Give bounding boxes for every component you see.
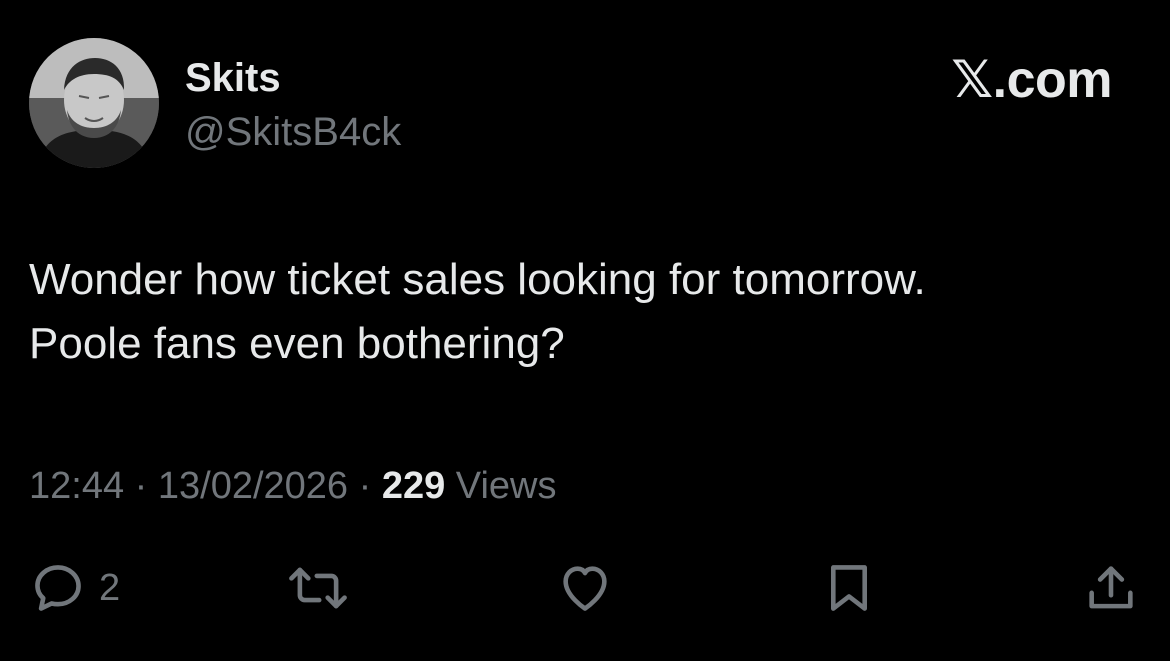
display-name[interactable]: Skits	[185, 54, 281, 102]
user-handle[interactable]: @SkitsB4ck	[185, 108, 401, 156]
tweet-text: Wonder how ticket sales looking for tomo…	[29, 255, 926, 368]
views-count[interactable]: 229	[382, 465, 445, 507]
share-button[interactable]	[1082, 556, 1140, 620]
meta-separator: ·	[348, 465, 382, 507]
tweet-time[interactable]: 12:44	[29, 465, 124, 507]
bookmark-button[interactable]	[820, 556, 878, 620]
repost-button[interactable]	[286, 556, 350, 620]
reply-button[interactable]: 2	[29, 556, 120, 620]
views-label[interactable]: Views	[445, 465, 557, 507]
meta-separator: ·	[124, 465, 158, 507]
reply-count: 2	[99, 566, 121, 609]
tweet-card: Skits @SkitsB4ck 𝕏.com Wonder how ticket…	[0, 0, 1170, 661]
avatar[interactable]	[29, 38, 159, 168]
reply-icon	[35, 565, 81, 611]
bookmark-icon	[830, 565, 868, 611]
like-button[interactable]	[556, 556, 614, 620]
profile-photo-icon	[29, 38, 159, 168]
share-icon	[1089, 566, 1133, 609]
action-bar: 2	[0, 556, 1170, 620]
heart-icon	[563, 566, 607, 611]
x-brand-label: 𝕏.com	[951, 51, 1112, 109]
tweet-meta: 12:44 · 13/02/2026 · 229 Views	[29, 462, 557, 510]
tweet-date[interactable]: 13/02/2026	[158, 465, 348, 507]
repost-icon	[289, 567, 347, 609]
